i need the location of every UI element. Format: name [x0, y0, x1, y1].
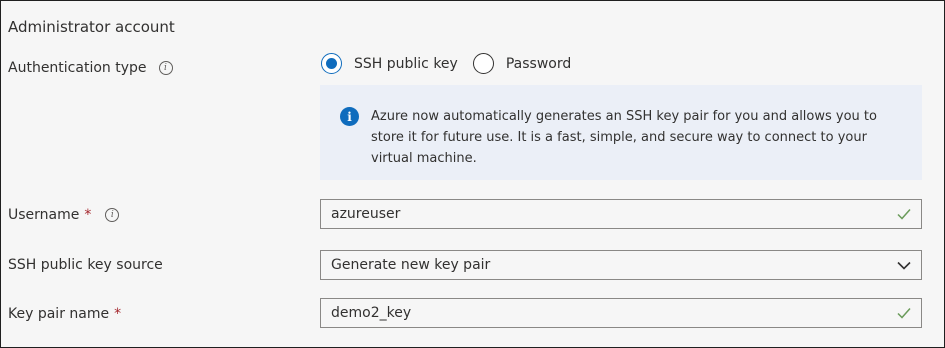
radio-ssh-label: SSH public key: [354, 55, 458, 72]
required-asterisk: *: [84, 207, 92, 223]
auth-type-radio-group: SSH public key Password: [321, 53, 571, 74]
username-label: Username: [8, 207, 80, 223]
ssh-source-dropdown[interactable]: Generate new key pair: [320, 250, 922, 280]
ssh-source-label: SSH public key source: [8, 257, 163, 273]
ssh-source-label-row: SSH public key source: [8, 257, 163, 273]
ssh-info-message: i Azure now automatically generates an S…: [320, 85, 922, 180]
username-input[interactable]: azureuser: [320, 199, 922, 229]
chevron-down-icon[interactable]: [897, 261, 911, 270]
info-icon[interactable]: i: [105, 208, 120, 222]
section-title: Administrator account: [8, 18, 175, 36]
username-value: azureuser: [331, 206, 401, 222]
admin-account-panel: Administrator account Authentication typ…: [0, 0, 945, 348]
key-pair-label-row: Key pair name *: [8, 306, 121, 322]
auth-type-label: Authentication type: [8, 60, 147, 76]
info-icon[interactable]: i: [158, 61, 173, 75]
required-asterisk: *: [114, 306, 122, 322]
auth-type-label-row: Authentication type i: [8, 60, 173, 76]
info-filled-icon: i: [340, 107, 359, 126]
radio-ssh-public-key[interactable]: SSH public key: [321, 53, 458, 74]
info-message-text: Azure now automatically generates an SSH…: [371, 109, 877, 166]
key-pair-name-input[interactable]: demo2_key: [320, 298, 922, 328]
radio-checked-icon[interactable]: [321, 53, 342, 74]
checkmark-icon: [897, 209, 911, 220]
radio-password[interactable]: Password: [472, 53, 572, 74]
checkmark-icon: [897, 308, 911, 319]
radio-unchecked-icon[interactable]: [472, 53, 494, 74]
username-label-row: Username * i: [8, 207, 120, 223]
radio-password-label: Password: [505, 55, 572, 72]
ssh-source-value: Generate new key pair: [331, 257, 491, 273]
key-pair-value: demo2_key: [331, 305, 412, 321]
key-pair-label: Key pair name: [8, 306, 110, 322]
